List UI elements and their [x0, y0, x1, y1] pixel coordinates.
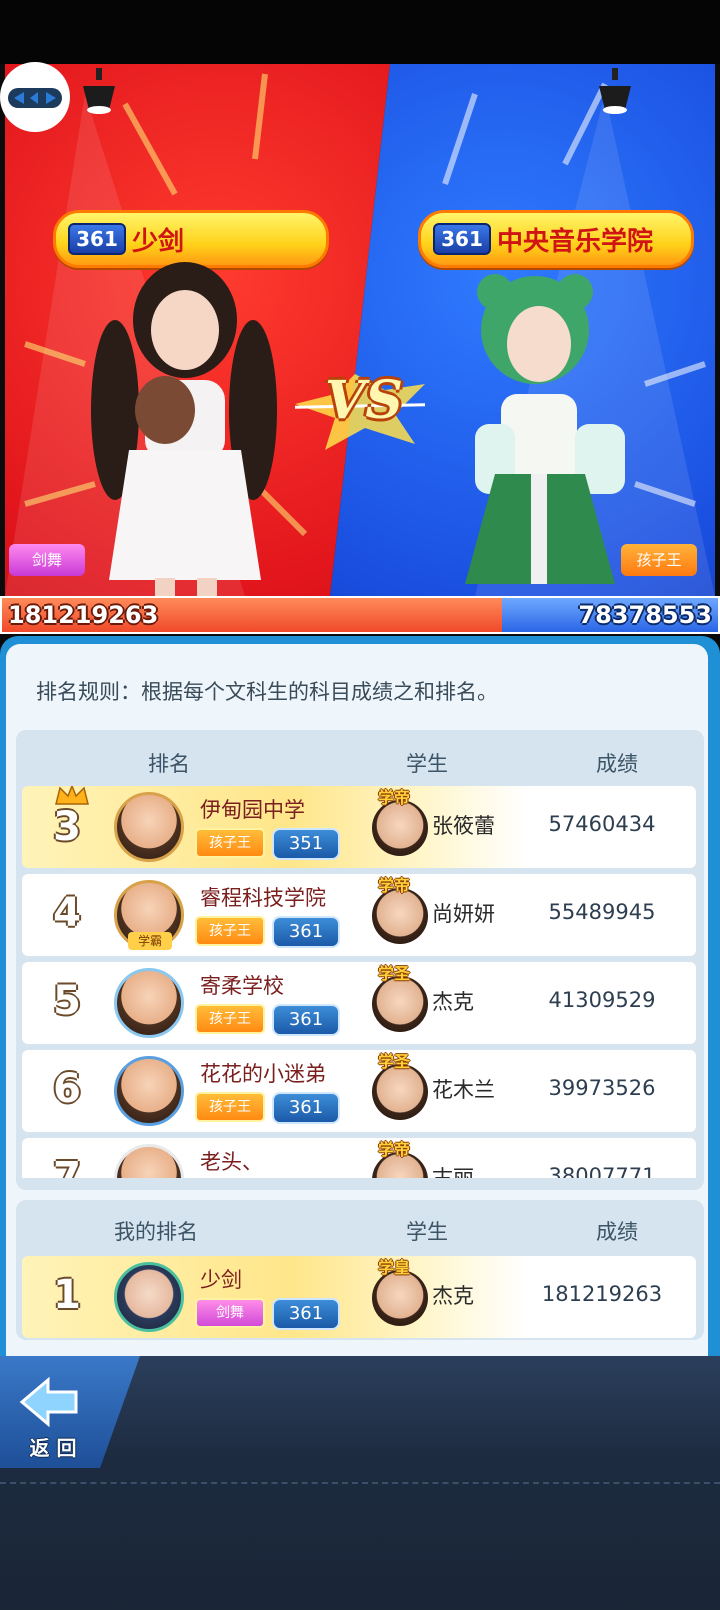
battle-arena: 361 少剑 361 中央音乐学院 VS 剑舞 孩子王: [5, 64, 715, 596]
rank-number: 5: [53, 978, 81, 1024]
score-value: 39973526: [548, 1076, 656, 1100]
my-score-value: 181219263: [541, 1282, 663, 1306]
ranking-row[interactable]: 7 老头、 学帝 古丽 38007771: [22, 1138, 696, 1178]
student-name: 杰克: [432, 990, 474, 1014]
score-value: 41309529: [548, 988, 656, 1012]
right-player-name: 中央音乐学院: [497, 227, 654, 257]
student-avatar: [372, 800, 428, 856]
avatar-badge: 学霸: [128, 932, 172, 950]
score-value: 55489945: [548, 900, 656, 924]
my-header-student: 学生: [406, 1220, 448, 1244]
school-name: 睿程科技学院: [200, 886, 326, 910]
ranking-row[interactable]: 3 伊甸园中学 孩子王 351 学帝 张筱蕾 57460434: [22, 786, 696, 868]
student-title: 学帝: [378, 788, 411, 807]
level-badge: 361: [272, 916, 340, 948]
ranking-row[interactable]: 6 花花的小迷弟 孩子王 361 学圣 花木兰 39973526: [22, 1050, 696, 1132]
my-avatar[interactable]: [114, 1262, 184, 1332]
title-badge: 孩子王: [195, 1092, 265, 1122]
rank-number: 6: [53, 1066, 81, 1112]
vs-label: VS: [325, 370, 403, 431]
level-badge: 361: [272, 1092, 340, 1124]
student-name: 尚妍妍: [432, 902, 495, 926]
student-title: 学帝: [378, 876, 411, 895]
ranking-row[interactable]: 5 寄柔学校 孩子王 361 学圣 杰克 41309529: [22, 962, 696, 1044]
right-player-nameplate: 361 中央音乐学院: [418, 210, 694, 268]
right-score: 78378553: [578, 601, 712, 629]
my-student-avatar: [372, 1270, 428, 1326]
school-name: 老头、: [200, 1150, 263, 1174]
right-player-tag: 孩子王: [621, 544, 697, 576]
school-name: 伊甸园中学: [200, 798, 305, 822]
right-character: [465, 274, 625, 584]
my-level-badge: 361: [272, 1298, 340, 1330]
title-badge: 孩子王: [195, 828, 265, 858]
student-name: 花木兰: [432, 1078, 495, 1102]
crown-icon: [55, 786, 89, 805]
left-character: [91, 262, 277, 596]
student-avatar: [372, 976, 428, 1032]
student-title: 学帝: [378, 1140, 411, 1159]
divider: [0, 1482, 720, 1486]
title-badge: 孩子王: [195, 1004, 265, 1034]
rank-number: 3: [53, 804, 81, 850]
left-player-tag: 剑舞: [9, 544, 85, 576]
my-title-badge: 剑舞: [195, 1298, 265, 1328]
header-score: 成绩: [596, 752, 638, 776]
student-title: 学圣: [378, 1052, 411, 1071]
my-name: 少剑: [200, 1268, 242, 1292]
left-player-name: 少剑: [132, 227, 185, 257]
player-avatar[interactable]: [114, 792, 184, 862]
player-avatar[interactable]: [114, 1144, 184, 1178]
back-label: 返 回: [29, 1436, 77, 1460]
level-badge: 361: [272, 1004, 340, 1036]
ranking-list[interactable]: 3 伊甸园中学 孩子王 351 学帝 张筱蕾 57460434 4 学霸 睿程科…: [0, 786, 720, 1178]
my-header-rank: 我的排名: [114, 1220, 198, 1244]
student-name: 古丽: [432, 1166, 474, 1178]
student-avatar: [372, 888, 428, 944]
title-badge: 孩子王: [195, 916, 265, 946]
my-student-title: 学皇: [378, 1258, 411, 1277]
header-student: 学生: [406, 752, 448, 776]
right-player-level: 361: [433, 223, 491, 255]
left-player-level: 361: [68, 223, 126, 255]
my-header-score: 成绩: [596, 1220, 638, 1244]
score-value: 38007771: [548, 1164, 656, 1178]
gamepad-overlay-button[interactable]: [0, 62, 70, 132]
school-name: 寄柔学校: [200, 974, 284, 998]
student-title: 学圣: [378, 964, 411, 983]
my-ranking-row[interactable]: 1 少剑 剑舞 361 学皇 杰克 181219263: [22, 1256, 696, 1338]
spotlight-icon: [595, 68, 635, 114]
ranking-row[interactable]: 4 学霸 睿程科技学院 孩子王 361 学帝 尚妍妍 55489945: [22, 874, 696, 956]
school-name: 花花的小迷弟: [200, 1062, 326, 1086]
my-rank-number: 1: [53, 1272, 81, 1318]
back-arrow-icon: [19, 1376, 78, 1428]
gamepad-icon: [8, 88, 62, 108]
rank-number: 7: [53, 1154, 81, 1178]
score-bar: 181219263 78378553: [0, 596, 720, 634]
back-button[interactable]: 返 回: [18, 1374, 88, 1460]
level-badge: 351: [272, 828, 340, 860]
player-avatar[interactable]: [114, 968, 184, 1038]
header-rank: 排名: [148, 752, 190, 776]
ranking-rule: 排名规则：根据每个文科生的科目成绩之和排名。: [36, 680, 498, 704]
status-bar: [0, 0, 720, 64]
player-avatar[interactable]: [114, 1056, 184, 1126]
left-score: 181219263: [8, 601, 159, 629]
student-avatar: [372, 1064, 428, 1120]
rank-number: 4: [53, 890, 81, 936]
spotlight-icon: [79, 68, 119, 114]
my-student-name: 杰克: [432, 1284, 474, 1308]
student-name: 张筱蕾: [432, 814, 495, 838]
score-value: 57460434: [548, 812, 656, 836]
